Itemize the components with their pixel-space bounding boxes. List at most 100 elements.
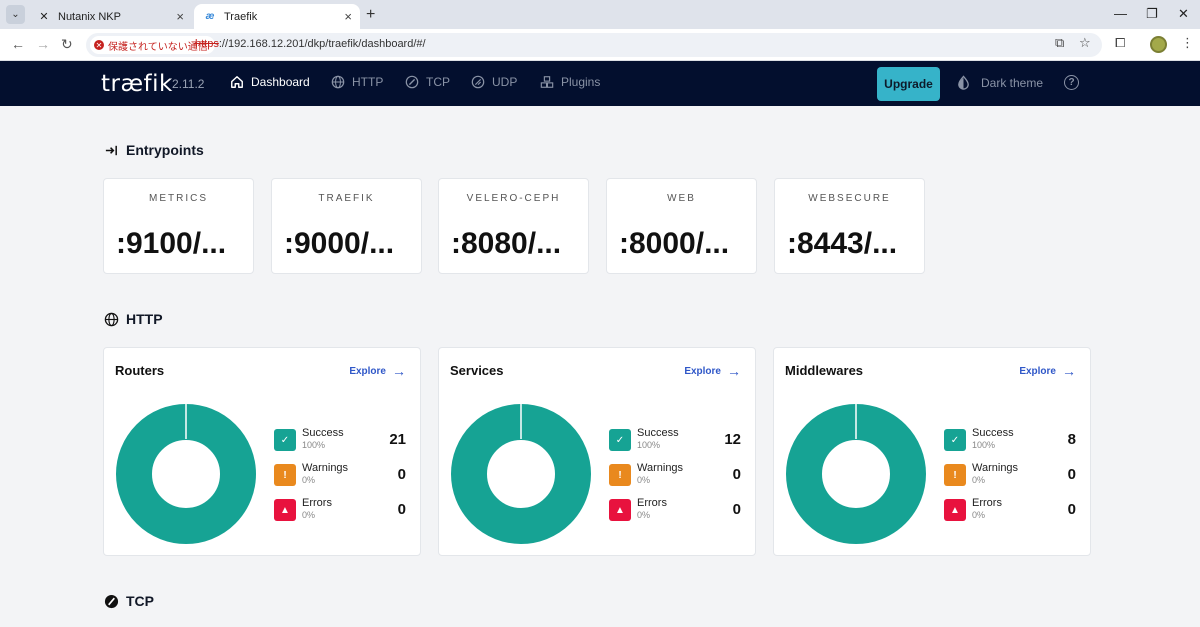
status-donut-chart [786,404,926,544]
stat-errors: ▲ Errors 0% 0 [609,497,741,523]
status-donut-chart [451,404,591,544]
nav-label: HTTP [352,75,384,89]
entrypoint-card-metrics[interactable]: METRICS :9100/... [103,178,254,274]
traefik-logo[interactable]: træfik [101,71,173,97]
nav-label: Plugins [561,75,601,89]
explore-services-link[interactable]: Explore → [684,363,741,379]
minimize-icon[interactable]: — [1114,6,1127,21]
entrypoint-port: :8080/... [451,227,562,260]
theme-label: Dark theme [981,75,1044,90]
middlewares-card: Middlewares Explore → ✓ Success 100% 8 ! Warn… [773,347,1091,556]
entrypoint-arrow-icon [103,142,119,158]
entrypoint-name: TRAEFIK [318,193,375,204]
plugins-icon [540,76,554,88]
check-circle-icon: ✓ [274,429,296,451]
error-triangle-icon: ▲ [609,499,631,521]
arrow-right-icon: → [1062,363,1076,379]
maximize-icon[interactable]: ❐ [1146,6,1158,22]
tcp-icon [405,75,419,89]
explore-middlewares-link[interactable]: Explore → [1019,363,1076,379]
check-circle-icon: ✓ [609,429,631,451]
close-icon[interactable]: × [176,9,184,24]
security-label: 保護されていない通信 [108,41,208,53]
new-tab-button[interactable]: + [366,6,375,24]
explore-routers-link[interactable]: Explore → [349,363,406,379]
nav-label: UDP [492,75,518,89]
explore-label: Explore [349,365,386,377]
x-logo-icon: ✕ [39,11,49,23]
entrypoints-heading: Entrypoints [103,142,204,158]
entrypoint-port: :8443/... [787,227,898,260]
stat-success: ✓ Success 100% 12 [609,427,741,453]
browser-tab-traefik[interactable]: æ Traefik × [194,4,360,29]
nav-tcp[interactable]: TCP [405,75,450,89]
entrypoint-port: :9000/... [284,227,395,260]
entrypoint-card-velero-ceph[interactable]: VELERO-CEPH :8080/... [438,178,589,274]
profile-avatar[interactable] [1150,36,1167,53]
tab-search-button[interactable]: ⌄ [6,5,25,24]
tcp-heading: TCP [103,593,154,609]
routers-card: Routers Explore → ✓ Success 100% 21 ! Warning… [103,347,421,556]
chevron-down-icon: ⌄ [11,9,20,20]
home-icon [231,76,243,88]
traefik-navbar: træfik 2.11.2 Dashboard HTTP TCP UDP Plu… [0,61,1200,106]
globe-icon [331,75,345,89]
warning-circle-icon: ! [609,464,631,486]
nav-dashboard[interactable]: Dashboard [230,75,310,89]
entrypoint-port: :9100/... [116,227,227,260]
arrow-right-icon: → [392,363,406,379]
entrypoint-card-web[interactable]: WEB :8000/... [606,178,757,274]
explore-label: Explore [684,365,721,377]
url-path: ://192.168.12.201/dkp/traefik/dashboard/… [218,38,426,50]
menu-kebab-icon[interactable]: ⋮ [1181,35,1194,51]
stat-warnings: ! Warnings 0% 0 [274,462,406,488]
stat-warnings: ! Warnings 0% 0 [944,462,1076,488]
stat-success: ✓ Success 100% 8 [944,427,1076,453]
entrypoint-card-traefik[interactable]: TRAEFIK :9000/... [271,178,422,274]
translate-icon[interactable]: ⧉ [1055,35,1064,51]
address-bar[interactable]: ✕ 保護されていない通信 https://192.168.12.201/dkp/… [86,33,1102,57]
card-title: Services [450,363,504,378]
upgrade-button[interactable]: Upgrade [877,67,940,101]
warning-circle-icon: ! [274,464,296,486]
nav-udp[interactable]: UDP [471,75,517,89]
stat-errors: ▲ Errors 0% 0 [944,497,1076,523]
dark-theme-toggle[interactable]: Dark theme [956,75,1043,90]
stat-success: ✓ Success 100% 21 [274,427,406,453]
traefik-icon: æ [205,11,215,22]
globe-icon [103,311,119,327]
entrypoint-name: VELERO-CEPH [466,193,561,204]
browser-tab-nutanix[interactable]: ✕ Nutanix NKP × [28,4,192,29]
entrypoint-name: WEBSECURE [808,193,891,204]
entrypoint-card-websecure[interactable]: WEBSECURE :8443/... [774,178,925,274]
forward-arrow-icon[interactable]: → [36,36,50,52]
tab-title: Traefik [224,10,258,23]
card-title: Routers [115,363,165,378]
error-triangle-icon: ▲ [944,499,966,521]
url-text[interactable]: https://192.168.12.201/dkp/traefik/dashb… [195,38,426,50]
entrypoint-name: METRICS [149,193,208,204]
udp-icon [471,75,485,89]
theme-drop-icon [958,75,969,90]
entrypoint-name: WEB [667,193,696,204]
nav-label: Dashboard [251,75,310,89]
close-icon[interactable]: × [344,9,352,24]
warning-circle-icon: ! [944,464,966,486]
section-title: TCP [126,593,154,609]
bookmark-star-icon[interactable]: ☆ [1079,35,1091,51]
window-close-icon[interactable]: ✕ [1178,6,1189,22]
http-heading: HTTP [103,311,163,327]
check-circle-icon: ✓ [944,429,966,451]
section-title: HTTP [126,311,163,327]
stat-warnings: ! Warnings 0% 0 [609,462,741,488]
error-triangle-icon: ▲ [274,499,296,521]
tab-title: Nutanix NKP [58,10,121,23]
entrypoint-port: :8000/... [619,227,730,260]
reload-icon[interactable]: ↻ [61,36,73,53]
help-icon[interactable]: ? [1064,75,1079,90]
nav-plugins[interactable]: Plugins [540,75,600,89]
back-arrow-icon[interactable]: ← [11,36,25,52]
nav-http[interactable]: HTTP [331,75,383,89]
extensions-icon[interactable]: ⧠ [1115,35,1125,51]
explore-label: Explore [1019,365,1056,377]
